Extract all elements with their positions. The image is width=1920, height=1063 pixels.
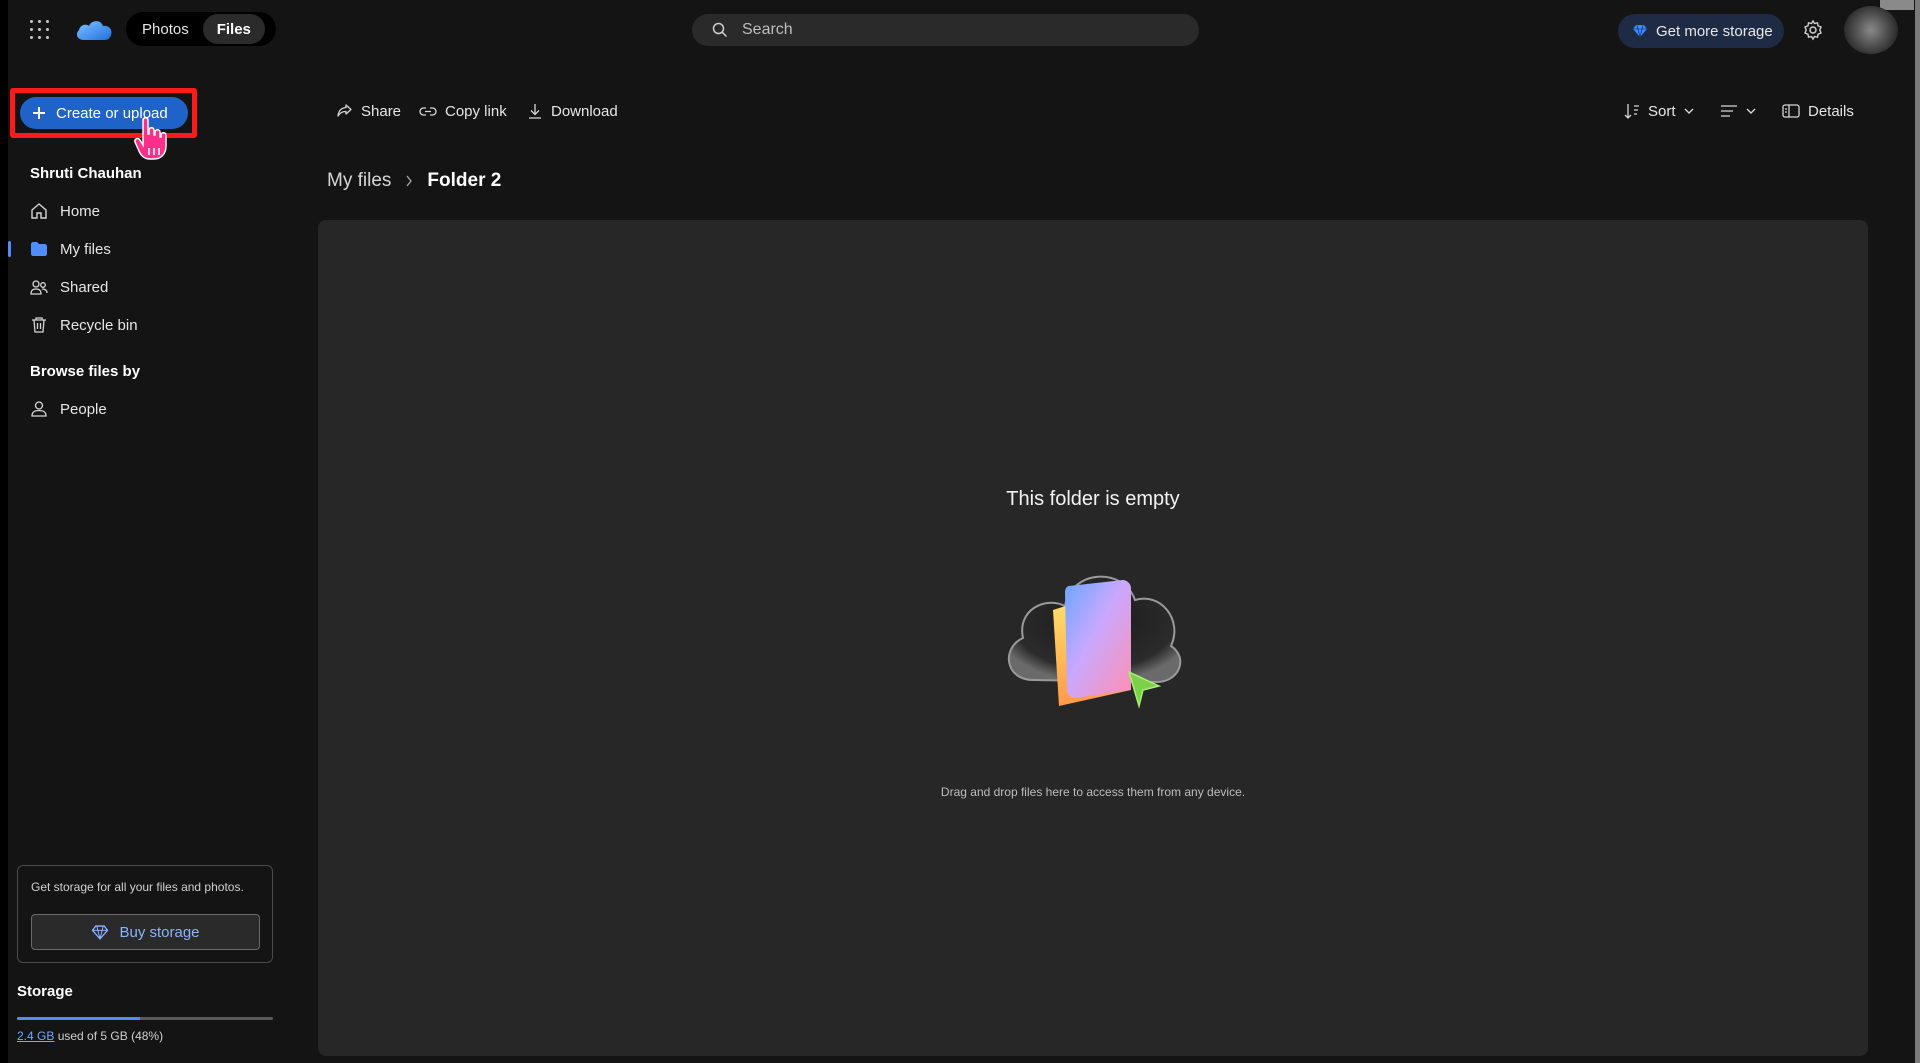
sidebar-item-my-files[interactable]: My files bbox=[0, 233, 250, 265]
app-launcher-icon[interactable] bbox=[28, 18, 52, 42]
storage-upsell-card: Get storage for all your files and photo… bbox=[17, 865, 273, 963]
chevron-down-icon bbox=[1684, 108, 1694, 114]
search-input[interactable] bbox=[740, 20, 1160, 40]
get-more-storage-button[interactable]: Get more storage bbox=[1618, 14, 1784, 48]
storage-progress-fill bbox=[17, 1017, 140, 1020]
onedrive-logo-icon[interactable] bbox=[74, 16, 114, 42]
diamond-icon bbox=[92, 924, 109, 940]
diamond-icon bbox=[1633, 24, 1647, 38]
download-label: Download bbox=[551, 102, 618, 120]
user-name: Shruti Chauhan bbox=[30, 165, 142, 182]
empty-state-title: This folder is empty bbox=[1006, 488, 1180, 510]
empty-folder-illustration-icon bbox=[1007, 575, 1182, 709]
sidebar-item-label: My files bbox=[60, 240, 111, 258]
plus-icon bbox=[33, 107, 45, 119]
sort-button[interactable]: Sort bbox=[1624, 99, 1694, 123]
download-icon bbox=[529, 103, 541, 119]
sidebar-item-label: Shared bbox=[60, 278, 109, 296]
pointer-hand-icon bbox=[134, 117, 167, 160]
copy-link-label: Copy link bbox=[445, 102, 507, 120]
search-icon bbox=[712, 22, 728, 38]
chevron-right-icon bbox=[406, 175, 413, 187]
scrollbar[interactable] bbox=[1915, 0, 1920, 1063]
sidebar-item-people[interactable]: People bbox=[0, 393, 250, 425]
empty-state-description: Drag and drop files here to access them … bbox=[940, 785, 1246, 799]
trash-icon bbox=[32, 317, 46, 333]
view-switcher: Photos Files bbox=[126, 12, 276, 46]
window-edge bbox=[1880, 0, 1914, 10]
search-box[interactable] bbox=[692, 14, 1199, 46]
chevron-down-icon bbox=[1746, 108, 1756, 114]
folder-icon bbox=[31, 242, 47, 256]
sort-icon bbox=[1624, 103, 1639, 119]
browse-files-by-heading: Browse files by bbox=[30, 363, 141, 380]
buy-storage-button[interactable]: Buy storage bbox=[31, 914, 260, 950]
tab-photos[interactable]: Photos bbox=[128, 14, 203, 44]
sidebar-item-home[interactable]: Home bbox=[0, 195, 250, 227]
storage-upsell-text: Get storage for all your files and photo… bbox=[31, 880, 244, 894]
share-button[interactable]: Share bbox=[336, 99, 401, 123]
person-icon bbox=[31, 401, 47, 417]
link-icon bbox=[419, 106, 437, 116]
onedrive-app: Photos Files Get more storage bbox=[0, 0, 1920, 1063]
avatar[interactable] bbox=[1844, 6, 1898, 54]
home-icon bbox=[31, 203, 47, 219]
storage-usage-text: 2.4 GB used of 5 GB (48%) bbox=[17, 1029, 163, 1043]
breadcrumb-my-files[interactable]: My files bbox=[327, 170, 391, 192]
sidebar-item-label: People bbox=[60, 400, 107, 418]
download-button[interactable]: Download bbox=[527, 99, 618, 123]
top-bar: Photos Files Get more storage bbox=[0, 0, 1920, 60]
sidebar-item-shared[interactable]: Shared bbox=[0, 271, 250, 303]
view-options-button[interactable] bbox=[1720, 99, 1756, 123]
gear-icon[interactable] bbox=[1801, 18, 1825, 42]
breadcrumb: My files Folder 2 bbox=[327, 170, 501, 192]
copy-link-button[interactable]: Copy link bbox=[419, 99, 507, 123]
sidebar-item-label: Recycle bin bbox=[60, 316, 138, 334]
left-edge bbox=[0, 0, 8, 1063]
storage-heading: Storage bbox=[17, 983, 73, 1000]
details-pane-icon bbox=[1782, 104, 1800, 118]
storage-total-text: used of 5 GB (48%) bbox=[54, 1029, 164, 1043]
details-button[interactable]: Details bbox=[1782, 99, 1854, 123]
sidebar-item-recycle-bin[interactable]: Recycle bin bbox=[0, 309, 250, 341]
tab-files[interactable]: Files bbox=[202, 14, 265, 44]
details-label: Details bbox=[1808, 102, 1854, 120]
people-icon bbox=[30, 280, 48, 295]
list-view-icon bbox=[1721, 105, 1737, 117]
buy-storage-label: Buy storage bbox=[119, 923, 200, 941]
breadcrumb-current-folder: Folder 2 bbox=[427, 170, 502, 191]
share-label: Share bbox=[361, 102, 402, 120]
share-icon bbox=[337, 103, 352, 117]
storage-used-link[interactable]: 2.4 GB bbox=[17, 1029, 54, 1043]
sort-label: Sort bbox=[1648, 102, 1676, 120]
get-more-storage-label: Get more storage bbox=[1656, 22, 1773, 40]
storage-progress-bar bbox=[17, 1017, 273, 1020]
sidebar-item-label: Home bbox=[60, 202, 101, 220]
file-drop-area[interactable]: This folder is empty Drag and drop files… bbox=[318, 220, 1868, 1056]
